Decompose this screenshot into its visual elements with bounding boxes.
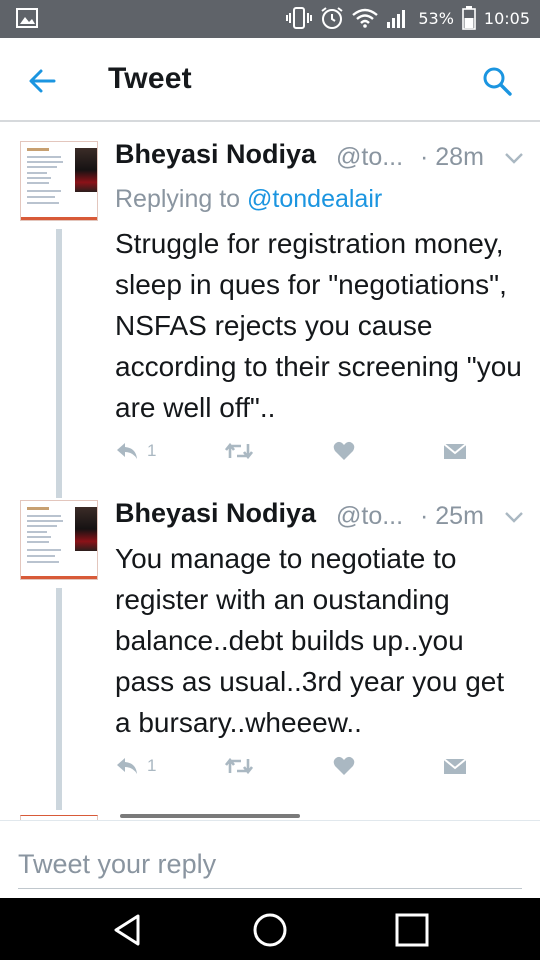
status-bar: 53% 10:05	[0, 0, 540, 38]
avatar[interactable]	[20, 500, 98, 580]
reply-count: 1	[147, 441, 157, 460]
direct-message-button[interactable]	[443, 756, 467, 776]
home-nav-button[interactable]	[250, 910, 290, 950]
search-icon	[483, 67, 512, 96]
chevron-down-icon[interactable]	[504, 151, 524, 165]
reply-button[interactable]: 1	[115, 441, 156, 461]
author-handle[interactable]: @to...	[336, 143, 403, 172]
heart-icon	[333, 756, 355, 775]
replying-to: Replying to @tondealair	[115, 185, 382, 214]
gallery-icon	[16, 8, 38, 33]
tweet-text: You manage to negotiate to register with…	[115, 543, 505, 738]
battery-percent: 53%	[418, 8, 454, 28]
mention-link[interactable]: @tondealair	[247, 185, 382, 213]
back-button[interactable]	[26, 64, 60, 98]
like-button[interactable]	[333, 756, 355, 776]
chevron-down-icon[interactable]	[504, 510, 524, 524]
reply-count: 1	[147, 756, 157, 775]
triangle-back-icon	[114, 914, 140, 946]
clock-time: 10:05	[483, 8, 530, 28]
tweet-actions: 1	[115, 441, 475, 469]
tweet-actions: 1	[115, 756, 475, 784]
heart-icon	[333, 441, 355, 460]
reply-icon	[117, 758, 137, 774]
tweet-text: Struggle for registration money, sleep i…	[115, 228, 522, 423]
wifi-icon	[352, 8, 379, 28]
thread-line	[56, 229, 62, 498]
author-handle[interactable]: @to...	[336, 502, 403, 531]
reply-button[interactable]: 1	[115, 756, 156, 776]
search-button[interactable]	[480, 64, 514, 98]
square-recents-icon	[395, 913, 429, 947]
envelope-icon	[443, 443, 467, 459]
direct-message-button[interactable]	[443, 441, 467, 461]
recents-nav-button[interactable]	[392, 910, 432, 950]
page-title: Tweet	[108, 62, 192, 95]
author-name[interactable]: Bheyasi Nodiya	[115, 498, 316, 529]
envelope-icon	[443, 758, 467, 774]
arrow-left-icon	[29, 69, 56, 93]
thread-line	[56, 588, 62, 810]
retweet-icon	[225, 757, 253, 775]
reply-bar	[0, 820, 540, 898]
avatar[interactable]	[20, 141, 98, 221]
back-nav-button[interactable]	[108, 910, 148, 950]
tweet-time: · 25m	[420, 502, 484, 530]
like-button[interactable]	[333, 441, 355, 461]
author-name[interactable]: Bheyasi Nodiya	[115, 139, 316, 170]
circle-home-icon	[253, 913, 287, 947]
reply-icon	[117, 443, 137, 459]
replying-to-label: Replying to	[115, 185, 248, 213]
vibrate-icon	[286, 7, 313, 29]
app-header: Tweet	[0, 38, 540, 122]
retweet-icon	[225, 442, 253, 460]
tweet[interactable]: Bheyasi Nodiya @to... · 25m You manage t…	[0, 498, 540, 810]
tweet[interactable]: Bheyasi Nodiya @to... · 28m Replying to …	[0, 123, 540, 498]
navigation-bar	[0, 898, 540, 960]
retweet-button[interactable]	[225, 756, 253, 776]
author-name	[120, 810, 300, 820]
alarm-icon	[320, 6, 344, 30]
reply-input[interactable]	[18, 841, 522, 889]
signal-icon	[386, 8, 410, 28]
battery-icon	[462, 6, 476, 30]
retweet-button[interactable]	[225, 441, 253, 461]
tweet-time: · 28m	[420, 143, 484, 171]
